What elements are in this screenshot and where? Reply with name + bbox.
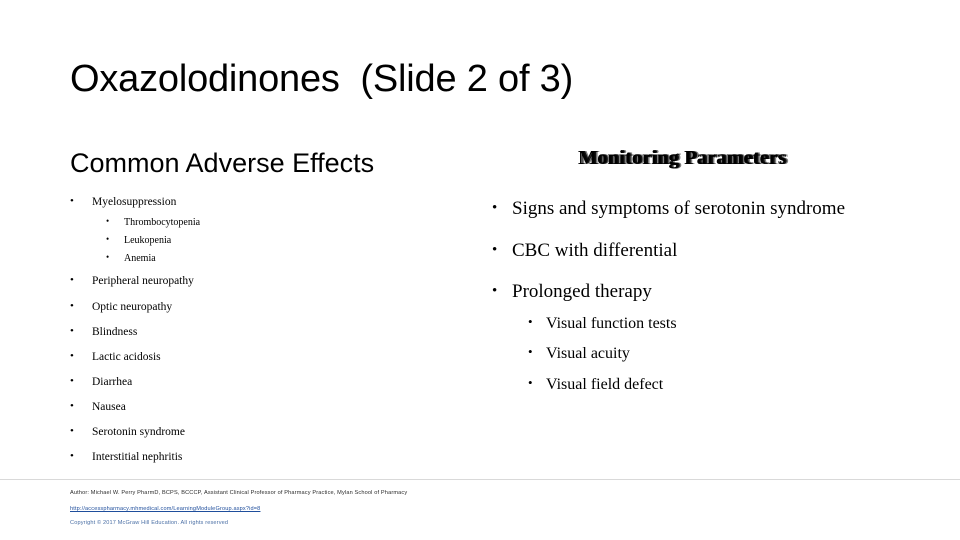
list-item: • Visual acuity: [528, 345, 630, 363]
list-item: • Nausea: [70, 400, 126, 414]
bullet-icon: •: [70, 300, 74, 312]
list-item: • Diarrhea: [70, 375, 133, 389]
page-title: Oxazolodinones (Slide 2 of 3): [70, 58, 574, 100]
bullet-icon: •: [70, 450, 74, 462]
slide-canvas: Oxazolodinones (Slide 2 of 3) Common Adv…: [0, 0, 960, 540]
list-item-label: Nausea: [92, 401, 126, 413]
list-item-label: Leukopenia: [124, 235, 172, 246]
right-column-heading: Monitoring Parameters: [578, 147, 786, 169]
list-item: • Thrombocytopenia: [106, 216, 201, 229]
bullet-icon: •: [528, 375, 533, 390]
list-item-label: Prolonged therapy: [512, 281, 652, 302]
bullet-icon: •: [528, 344, 533, 359]
bullet-icon: •: [528, 314, 533, 329]
list-item-label: Visual function tests: [546, 315, 677, 332]
list-item: • Visual field defect: [528, 376, 663, 394]
list-item-label: Thrombocytopenia: [124, 217, 201, 228]
list-item-label: Myelosuppression: [92, 196, 177, 208]
list-item-label: Anemia: [124, 253, 156, 264]
list-item-label: Blindness: [92, 326, 138, 338]
bullet-icon: •: [70, 274, 74, 286]
list-item-label: Lactic acidosis: [92, 351, 161, 363]
list-item: • CBC with differential: [492, 240, 677, 262]
bullet-icon: •: [70, 195, 74, 207]
list-item: • Serotonin syndrome: [70, 425, 185, 439]
footer-source-link[interactable]: http://accesspharmacy.mhmedical.com/Lear…: [70, 506, 260, 512]
bullet-icon: •: [70, 400, 74, 412]
bullet-icon: •: [70, 325, 74, 337]
bullet-icon: •: [70, 425, 74, 437]
left-column-heading: Common Adverse Effects: [70, 148, 375, 178]
list-item: • Visual function tests: [528, 315, 677, 333]
list-item-label: CBC with differential: [512, 240, 678, 261]
list-item: • Lactic acidosis: [70, 350, 161, 364]
list-item-label: Serotonin syndrome: [92, 426, 185, 438]
bullet-icon: •: [492, 283, 498, 299]
list-item-label: Signs and symptoms of serotonin syndrome: [512, 198, 846, 219]
list-item: • Anemia: [106, 252, 156, 265]
list-item: • Blindness: [70, 325, 138, 339]
bullet-icon: •: [70, 350, 74, 362]
list-item-label: Visual field defect: [546, 376, 664, 393]
bullet-icon: •: [70, 375, 74, 387]
list-item-label: Optic neuropathy: [92, 301, 173, 313]
bullet-icon: •: [106, 216, 110, 226]
bullet-icon: •: [106, 234, 110, 244]
list-item: • Signs and symptoms of serotonin syndrom…: [492, 198, 845, 220]
footer-divider: [0, 479, 960, 480]
list-item: • Prolonged therapy: [492, 281, 652, 303]
footer-author-text: Author: Michael W. Perry PharmD, BCPS, B…: [70, 490, 408, 496]
list-item: • Myelosuppression: [70, 195, 177, 209]
list-item: • Interstitial nephritis: [70, 450, 183, 464]
list-item-label: Peripheral neuropathy: [92, 275, 194, 287]
footer-copyright-text: Copyright © 2017 McGraw Hill Education. …: [70, 520, 229, 526]
list-item: • Leukopenia: [106, 234, 172, 247]
list-item-label: Diarrhea: [92, 376, 133, 388]
list-item-label: Interstitial nephritis: [92, 451, 183, 463]
bullet-icon: •: [106, 252, 110, 262]
bullet-icon: •: [492, 242, 498, 258]
list-item: • Optic neuropathy: [70, 300, 173, 314]
bullet-icon: •: [492, 200, 498, 216]
list-item: • Peripheral neuropathy: [70, 274, 194, 288]
list-item-label: Visual acuity: [546, 345, 630, 362]
